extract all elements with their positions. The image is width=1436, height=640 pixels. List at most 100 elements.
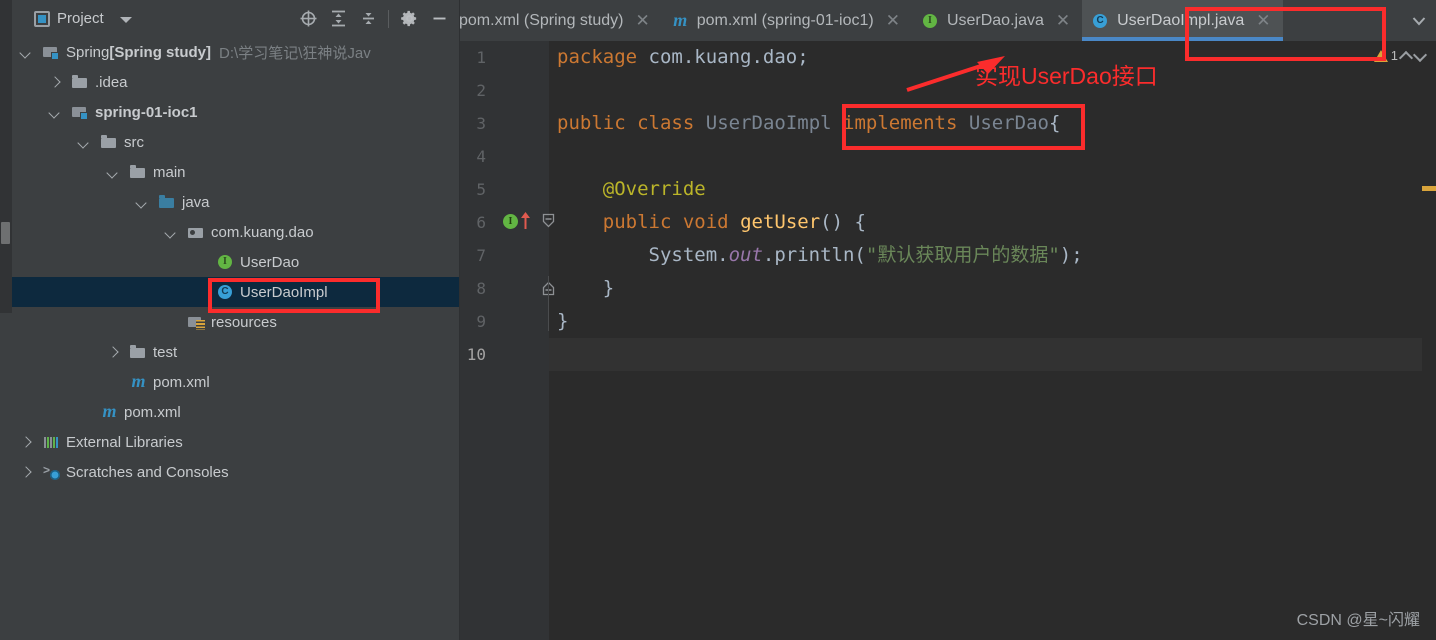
- project-tree[interactable]: Spring [Spring study] D:\学习笔记\狂神说Jav .idea…: [12, 37, 460, 640]
- project-title-group[interactable]: Project: [34, 10, 132, 27]
- tree-item-project-name: [Spring study]: [109, 43, 212, 61]
- chevron-down-icon[interactable]: [79, 137, 90, 148]
- scroll-from-source-icon[interactable]: [293, 4, 323, 34]
- tree-item-label: com.kuang.dao: [211, 223, 314, 241]
- tree-row[interactable]: External Libraries: [12, 427, 460, 457]
- editor-gutter[interactable]: 1 2 3 4 5 6 I 7 8 9 10: [460, 41, 555, 640]
- editor-tab-label: UserDaoImpl.java: [1117, 11, 1245, 29]
- tree-arrow-placeholder: [195, 257, 206, 268]
- folder-icon: [130, 344, 147, 360]
- package-icon: [188, 224, 205, 240]
- tree-row[interactable]: UserDao: [12, 247, 460, 277]
- project-panel-header: Project: [12, 0, 460, 37]
- interface-icon: [217, 254, 234, 270]
- chevron-right-icon[interactable]: [50, 77, 61, 88]
- editor-area: pom.xml (Spring study)✕pom.xml (spring-0…: [460, 0, 1436, 640]
- code-line-10: [549, 338, 1436, 371]
- maven-icon: [101, 401, 118, 422]
- expand-all-icon[interactable]: [323, 4, 353, 34]
- left-edge-strip: [0, 0, 12, 313]
- chevron-down-icon[interactable]: [137, 197, 148, 208]
- chevron-right-icon[interactable]: [21, 467, 32, 478]
- code-line-5: @Override: [602, 178, 706, 200]
- collapse-all-icon[interactable]: [353, 4, 383, 34]
- chevron-down-icon[interactable]: [50, 107, 61, 118]
- chevron-up-icon[interactable]: [1401, 50, 1412, 61]
- gutter-line[interactable]: 7: [460, 239, 549, 272]
- line-number: 10: [466, 345, 486, 364]
- tree-item-label: pom.xml: [153, 373, 210, 391]
- editor-tab-label: pom.xml (Spring study): [460, 11, 624, 29]
- tree-row[interactable]: pom.xml: [12, 397, 460, 427]
- tree-row[interactable]: java: [12, 187, 460, 217]
- editor-tab[interactable]: pom.xml (spring-01-ioc1) ✕: [662, 0, 912, 41]
- folder-icon: [101, 134, 118, 150]
- chevron-down-icon[interactable]: [108, 167, 119, 178]
- line-number: 7: [476, 246, 486, 265]
- code-line-6: public void getUser() {: [602, 211, 866, 233]
- interface-icon: [922, 13, 939, 29]
- tab-overflow-chevron-down-icon[interactable]: [1402, 0, 1436, 41]
- tree-item-label: UserDaoImpl: [240, 283, 328, 301]
- editor-tab-label: pom.xml (spring-01-ioc1): [696, 11, 874, 29]
- tree-arrow-placeholder: [195, 287, 206, 298]
- tree-item-label: main: [153, 163, 186, 181]
- implementing-method-icon[interactable]: I: [503, 214, 519, 230]
- chevron-right-icon[interactable]: [21, 437, 32, 448]
- chevron-down-icon[interactable]: [1415, 50, 1426, 61]
- editor-tab-bar[interactable]: pom.xml (Spring study)✕pom.xml (spring-0…: [460, 0, 1436, 41]
- gutter-line[interactable]: 10: [460, 338, 549, 371]
- gutter-line[interactable]: 5: [460, 173, 549, 206]
- left-strip-scroll-thumb[interactable]: [1, 222, 10, 244]
- tree-row[interactable]: src: [12, 127, 460, 157]
- inspection-widget[interactable]: 1: [1373, 48, 1426, 63]
- gutter-line[interactable]: 3: [460, 107, 549, 140]
- warning-marker[interactable]: [1422, 186, 1436, 191]
- chevron-down-icon[interactable]: [21, 47, 32, 58]
- source-folder-icon: [159, 194, 176, 210]
- code-content[interactable]: package com.kuang.dao; public class User…: [549, 41, 1436, 640]
- external-libraries-icon: [43, 434, 60, 450]
- close-icon[interactable]: ✕: [1252, 12, 1274, 29]
- tree-row[interactable]: resources: [12, 307, 460, 337]
- gutter-line[interactable]: 6I: [460, 206, 549, 239]
- chevron-down-icon[interactable]: [166, 227, 177, 238]
- toolbar-divider: [388, 9, 389, 28]
- close-icon[interactable]: ✕: [882, 12, 904, 29]
- editor-marker-strip[interactable]: [1422, 82, 1436, 640]
- tree-row[interactable]: test: [12, 337, 460, 367]
- gutter-line[interactable]: 2: [460, 74, 549, 107]
- module-folder-icon: [72, 104, 89, 120]
- tree-row[interactable]: com.kuang.dao: [12, 217, 460, 247]
- editor-tab[interactable]: pom.xml (Spring study) ✕: [460, 0, 662, 41]
- tree-item-label: java: [182, 193, 210, 211]
- editor-tab[interactable]: UserDaoImpl.java ✕: [1082, 0, 1283, 41]
- gutter-line[interactable]: 8: [460, 272, 549, 305]
- minimize-icon[interactable]: [424, 4, 454, 34]
- tree-item-path: D:\学习笔记\狂神说Jav: [219, 44, 371, 62]
- code-line-7: System.out.println("默认获取用户的数据");: [648, 244, 1083, 266]
- gear-icon[interactable]: [394, 4, 424, 34]
- tree-row[interactable]: Spring [Spring study] D:\学习笔记\狂神说Jav: [12, 37, 460, 67]
- tree-row[interactable]: main: [12, 157, 460, 187]
- close-icon[interactable]: ✕: [632, 12, 654, 29]
- chevron-right-icon[interactable]: [108, 347, 119, 358]
- line-number: 4: [476, 147, 486, 166]
- tree-row[interactable]: spring-01-ioc1: [12, 97, 460, 127]
- tree-row[interactable]: .idea: [12, 67, 460, 97]
- left-strip-text: [1, 8, 11, 128]
- close-icon[interactable]: ✕: [1052, 12, 1074, 29]
- tree-row[interactable]: UserDaoImpl: [12, 277, 460, 307]
- gutter-line[interactable]: 9: [460, 305, 549, 338]
- tree-row[interactable]: pom.xml: [12, 367, 460, 397]
- gutter-line[interactable]: 1: [460, 41, 549, 74]
- tree-row[interactable]: Scratches and Consoles: [12, 457, 460, 487]
- implements-up-arrow-icon[interactable]: [520, 212, 531, 230]
- tree-item-label: External Libraries: [66, 433, 183, 451]
- project-panel-toolbar: [293, 0, 454, 37]
- editor-tab[interactable]: UserDao.java ✕: [912, 0, 1082, 41]
- warning-count: 1: [1390, 48, 1398, 63]
- gutter-line[interactable]: 4: [460, 140, 549, 173]
- editor-body[interactable]: 1 2 3 4 5 6 I 7 8 9 10 package com.kuang.dao; publ…: [460, 41, 1436, 640]
- chevron-down-icon[interactable]: [119, 16, 132, 23]
